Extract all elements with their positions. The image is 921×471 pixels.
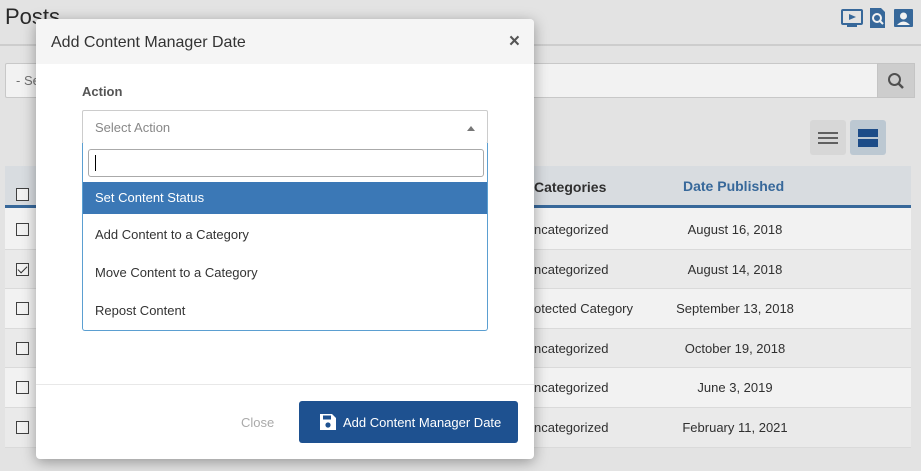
dropdown-search-input[interactable] <box>88 149 484 177</box>
action-select[interactable]: Select Action <box>82 110 488 144</box>
save-icon <box>320 414 336 430</box>
option-set-content-status[interactable]: Set Content Status <box>83 182 487 214</box>
close-button[interactable]: Close <box>241 415 274 430</box>
text-cursor <box>95 155 96 171</box>
option-add-content-to-category[interactable]: Add Content to a Category <box>83 219 487 251</box>
add-content-manager-date-button[interactable]: Add Content Manager Date <box>299 401 518 443</box>
option-move-content-to-category[interactable]: Move Content to a Category <box>83 257 487 289</box>
modal-header: Add Content Manager Date × <box>36 19 534 64</box>
add-content-manager-date-button-label: Add Content Manager Date <box>343 414 502 430</box>
caret-up-icon <box>467 126 475 131</box>
modal-footer-divider <box>36 384 534 385</box>
add-content-manager-date-modal: Add Content Manager Date × Action Select… <box>36 19 534 459</box>
action-dropdown: Set Content Status Add Content to a Cate… <box>82 143 488 331</box>
action-select-placeholder: Select Action <box>95 120 171 135</box>
action-label: Action <box>82 84 123 99</box>
option-repost-content[interactable]: Repost Content <box>83 295 487 327</box>
modal-title: Add Content Manager Date <box>51 34 246 51</box>
close-icon[interactable]: × <box>509 31 520 53</box>
